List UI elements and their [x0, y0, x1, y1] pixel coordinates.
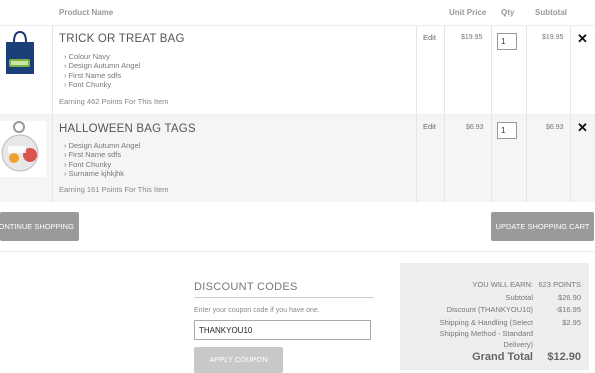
points-value: 623 POINTS: [538, 280, 581, 289]
product-name[interactable]: TRICK OR TREAT BAG: [59, 33, 185, 45]
cart-item-row: HALLOWEEN BAG TAGS › Design Autumn Angel…: [0, 115, 595, 202]
option-text: Font Chunky: [68, 159, 112, 169]
points-earned: Earning 161 Points For This Item: [59, 185, 169, 194]
col-divider: [570, 26, 571, 114]
chevron-right-icon: ›: [64, 61, 67, 71]
col-divider: [416, 26, 417, 114]
option-design: › Design Autumn Angel: [64, 141, 140, 150]
product-options: › Colour Navy › Design Autumn Angel › Fi…: [64, 52, 140, 90]
chevron-right-icon: ›: [64, 80, 67, 90]
discount-value: -$16.95: [555, 305, 581, 314]
product-thumbnail[interactable]: [0, 115, 52, 202]
shipping-label-3: Delivery): [503, 340, 533, 349]
update-cart-button[interactable]: UPDATE SHOPPING CART: [491, 212, 594, 241]
header-subtotal: Subtotal: [535, 8, 567, 17]
option-font: › Font Chunky: [64, 80, 140, 89]
chevron-right-icon: ›: [64, 141, 67, 150]
chevron-right-icon: ›: [64, 52, 67, 61]
section-divider: [0, 251, 595, 252]
unit-price: $6.93: [466, 124, 484, 131]
continue-shopping-label: CONTINUE SHOPPING: [0, 222, 74, 231]
discount-divider: [194, 297, 374, 298]
discount-label: Discount (THANKYOU10): [446, 305, 533, 314]
col-divider: [491, 26, 492, 114]
edit-link[interactable]: Edit: [423, 33, 436, 42]
col-divider: [444, 115, 445, 202]
header-qty: Qty: [501, 8, 515, 17]
subtotal-value: $26.90: [558, 293, 581, 302]
shipping-label: Shipping & Handling (Select: [439, 318, 533, 327]
chevron-right-icon: ›: [64, 70, 67, 80]
col-divider: [416, 115, 417, 202]
row-divider: [52, 115, 53, 202]
cart-item-row: TRICK OR TREAT BAG › Colour Navy › Desig…: [0, 26, 595, 115]
edit-link[interactable]: Edit: [423, 122, 436, 131]
col-divider: [444, 26, 445, 114]
qty-input[interactable]: [497, 33, 517, 50]
tote-bag-image: [6, 30, 34, 74]
option-text: Font Chunky: [68, 80, 112, 90]
chevron-right-icon: ›: [64, 169, 67, 179]
discount-help: Enter your coupon code if you have one.: [194, 307, 320, 314]
continue-shopping-button[interactable]: CONTINUE SHOPPING: [0, 212, 79, 241]
option-text: First Name sdfs: [68, 150, 122, 160]
subtotal: $19.95: [542, 34, 564, 41]
option-text: Surname kjhkjhk: [68, 169, 125, 179]
option-text: Design Autumn Angel: [68, 61, 141, 71]
header-product-name: Product Name: [59, 8, 114, 17]
col-divider: [526, 115, 527, 202]
discount-title: DISCOUNT CODES: [194, 281, 298, 293]
row-divider: [52, 26, 53, 114]
subtotal: $6.93: [546, 124, 564, 131]
option-text: First Name sdfs: [68, 70, 122, 80]
chevron-right-icon: ›: [64, 150, 67, 160]
product-thumbnail[interactable]: [0, 26, 52, 114]
option-text: Colour Navy: [68, 52, 110, 61]
shipping-value: $2.95: [562, 318, 581, 327]
close-icon[interactable]: ✕: [577, 121, 588, 134]
col-divider: [526, 26, 527, 114]
option-design: › Design Autumn Angel: [64, 61, 140, 70]
option-text: Design Autumn Angel: [68, 141, 141, 150]
col-divider: [570, 115, 571, 202]
product-name[interactable]: HALLOWEEN BAG TAGS: [59, 123, 196, 135]
points-label: YOU WILL EARN:: [472, 280, 533, 289]
shipping-label-2: Shipping Method - Standard: [439, 329, 533, 338]
chevron-right-icon: ›: [64, 159, 67, 169]
unit-price: $19.95: [461, 34, 483, 41]
order-summary: YOU WILL EARN: 623 POINTS Subtotal $26.9…: [400, 263, 589, 370]
header-unit-price: Unit Price: [449, 8, 487, 17]
product-options: › Design Autumn Angel › First Name sdfs …: [64, 141, 140, 179]
grand-total-value: $12.90: [547, 351, 581, 363]
points-earned: Earning 462 Points For This Item: [59, 97, 169, 106]
col-divider: [491, 115, 492, 202]
bag-tag-image: [0, 115, 52, 202]
close-icon[interactable]: ✕: [577, 32, 588, 45]
option-first-name: › First Name sdfs: [64, 71, 140, 80]
option-first-name: › First Name sdfs: [64, 150, 140, 159]
grand-total-label: Grand Total: [472, 351, 533, 363]
coupon-code-input[interactable]: [194, 320, 371, 340]
option-colour: › Colour Navy: [64, 52, 140, 61]
option-font: › Font Chunky: [64, 160, 140, 169]
apply-coupon-button[interactable]: APPLY COUPON: [194, 347, 283, 373]
qty-input[interactable]: [497, 122, 517, 139]
subtotal-label: Subtotal: [505, 293, 533, 302]
option-surname: › Surname kjhkjhk: [64, 169, 140, 178]
